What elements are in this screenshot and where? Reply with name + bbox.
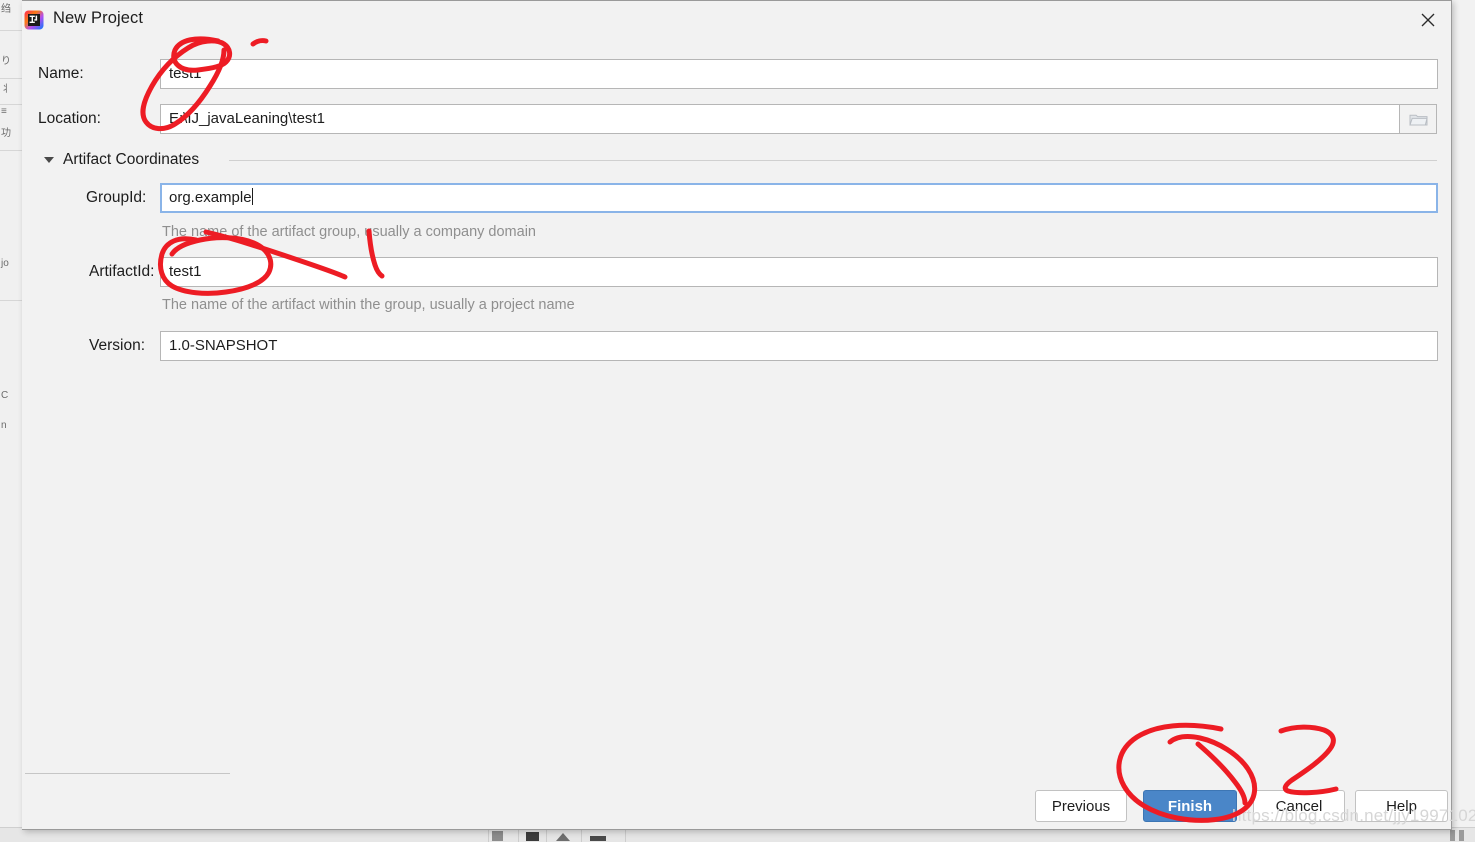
artifactid-input[interactable]: test1 [160,257,1438,287]
section-divider [229,160,1437,161]
name-input[interactable]: test1 [160,59,1438,89]
groupid-row: GroupId: org.example [22,183,1451,213]
artifactid-label: ArtifactId: [89,263,155,280]
version-label: Version: [89,337,146,354]
finish-button[interactable]: Finish [1143,790,1237,822]
artifactid-row: ArtifactId: test1 [22,257,1451,287]
text-caret [251,188,253,205]
artifact-coordinates-section-header[interactable]: Artifact Coordinates [22,149,1451,171]
groupid-value: org.example [169,189,252,206]
dialog-titlebar: New Project [22,1,1451,39]
groupid-label: GroupId: [86,189,147,206]
toolbar-handle-icon[interactable] [1450,830,1455,841]
intellij-idea-icon [23,9,45,31]
strip-fragment: 绉 [1,4,11,15]
strip-fragment: jo [1,258,9,269]
toolbar-bar-icon[interactable] [590,836,606,841]
toolbar-divider [518,828,519,842]
location-row: Location: E:\IJ_javaLeaning\test1 [22,104,1451,134]
strip-fragment: C [1,390,9,401]
chevron-down-icon[interactable] [44,157,54,163]
ide-left-toolbar-strip: 绉 り 丬 ≡ 功 jo C n [0,0,23,842]
location-label: Location: [38,110,101,127]
new-project-dialog: New Project Name: test1 Location: E:\IJ_… [22,0,1452,830]
location-input[interactable]: E:\IJ_javaLeaning\test1 [160,104,1400,134]
toolbar-divider [625,828,626,842]
cancel-button[interactable]: Cancel [1253,790,1345,822]
strip-fragment: 丬 [1,84,11,95]
section-title: Artifact Coordinates [63,151,200,168]
name-row: Name: test1 [22,59,1451,89]
toolbar-divider [546,828,547,842]
dialog-title: New Project [53,9,144,27]
strip-fragment: ≡ [1,106,7,117]
strip-fragment: 功 [1,128,11,139]
strip-fragment: り [1,56,11,67]
folder-icon[interactable] [1399,104,1437,134]
help-button[interactable]: Help [1355,790,1448,822]
artifactid-hint: The name of the artifact within the grou… [162,297,575,313]
groupid-input[interactable]: org.example [160,183,1438,213]
version-input[interactable]: 1.0-SNAPSHOT [160,331,1438,361]
previous-button[interactable]: Previous [1035,790,1127,822]
strip-fragment: n [1,420,7,431]
strip-divider [0,150,22,151]
toolbar-square-icon[interactable] [492,831,503,841]
strip-divider [0,104,22,105]
toolbar-triangle-icon[interactable] [556,833,570,841]
strip-divider [0,30,22,31]
strip-divider [0,78,22,79]
close-icon[interactable] [1405,1,1451,39]
toolbar-divider [488,828,489,842]
toolbar-zigzag-icon[interactable] [526,832,539,841]
name-label: Name: [38,65,84,82]
toolbar-handle-icon[interactable] [1459,830,1464,841]
toolbar-divider [581,828,582,842]
groupid-hint: The name of the artifact group, usually … [162,224,536,240]
strip-divider [0,300,22,301]
footer-divider [25,773,230,774]
version-row: Version: 1.0-SNAPSHOT [22,331,1451,361]
